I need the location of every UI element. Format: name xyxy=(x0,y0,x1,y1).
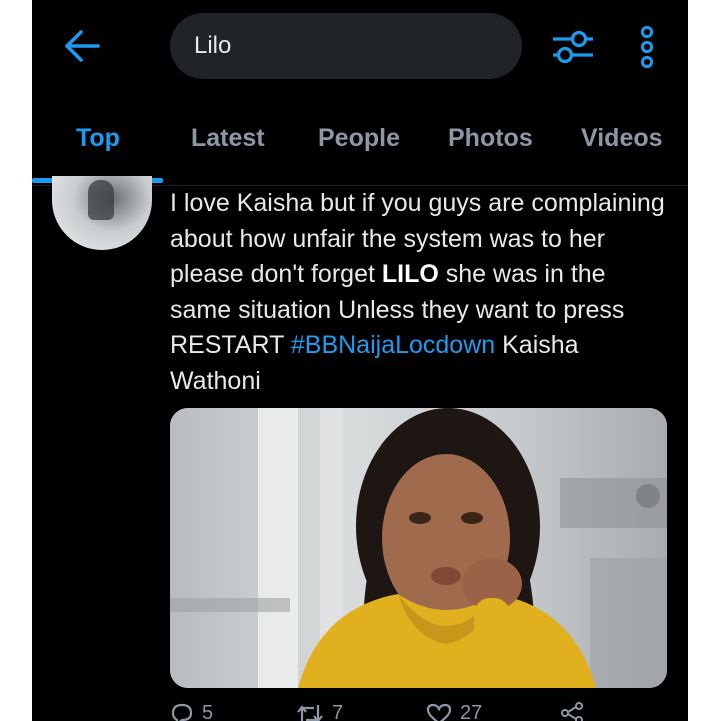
heart-icon xyxy=(426,703,452,721)
tweet-media-photo[interactable] xyxy=(170,408,667,688)
tab-videos[interactable]: Videos xyxy=(581,124,663,153)
tab-latest[interactable]: Latest xyxy=(191,124,265,153)
search-input[interactable] xyxy=(194,32,494,60)
hashtag-link[interactable]: #BBNaijaLocdown xyxy=(291,331,495,359)
app-screen: Top Latest People Photos Videos I love K… xyxy=(32,0,688,721)
kebab-vertical-icon xyxy=(640,25,654,69)
tab-top[interactable]: Top xyxy=(76,124,120,153)
share-button[interactable] xyxy=(560,702,584,721)
like-count: 27 xyxy=(460,702,483,721)
tweet-text-bold: LILO xyxy=(381,260,439,288)
reply-button[interactable]: 5 xyxy=(170,702,213,721)
avatar-figure xyxy=(88,180,114,220)
share-icon xyxy=(561,702,583,721)
search-tabs: Top Latest People Photos Videos xyxy=(32,110,688,186)
more-options-button[interactable] xyxy=(632,22,662,72)
search-header xyxy=(32,0,688,96)
tweet[interactable]: I love Kaisha but if you guys are compla… xyxy=(32,176,688,721)
search-box[interactable] xyxy=(170,13,522,79)
like-button[interactable]: 27 xyxy=(426,702,482,721)
tab-photos[interactable]: Photos xyxy=(448,124,533,153)
tweet-text: I love Kaisha but if you guys are compla… xyxy=(170,186,670,399)
retweet-icon xyxy=(297,704,323,721)
retweet-button[interactable]: 7 xyxy=(296,702,343,721)
arrow-left-icon xyxy=(65,30,100,62)
avatar[interactable] xyxy=(52,176,152,250)
retweet-count: 7 xyxy=(332,702,344,721)
reply-icon xyxy=(171,703,193,721)
sliders-icon xyxy=(553,30,593,64)
reply-count: 5 xyxy=(202,702,214,721)
tab-people[interactable]: People xyxy=(318,124,400,153)
back-button[interactable] xyxy=(58,22,106,70)
search-filter-button[interactable] xyxy=(548,24,598,70)
photo-illustration xyxy=(170,408,667,688)
tweet-actions: 5 7 27 xyxy=(170,702,670,721)
